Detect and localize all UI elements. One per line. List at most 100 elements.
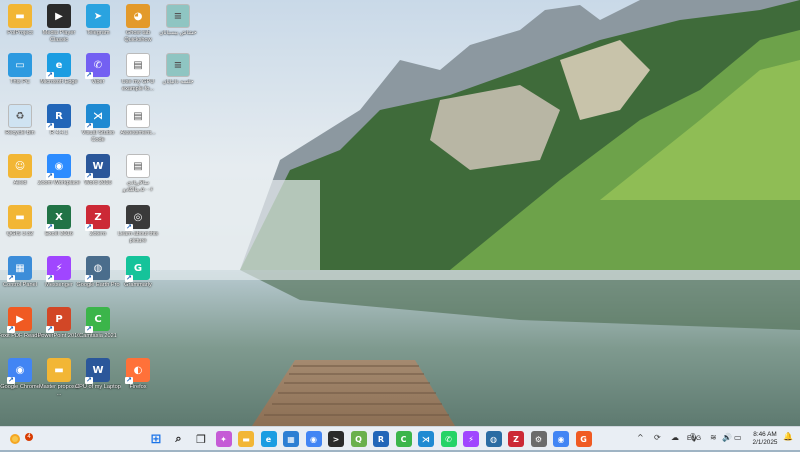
desktop-icon-text-file[interactable]: ▤ Use my GPU example fo... <box>118 53 158 92</box>
desktop-icon-foxit[interactable]: ▶Foxit PDF Reader <box>0 307 42 340</box>
desktop-icon-messenger[interactable]: ⚡Messenger <box>39 256 79 289</box>
windows-start-icon[interactable]: ⊞ <box>148 431 164 447</box>
ghost-app-icon: ◕ <box>126 4 150 28</box>
document-icon: ▤ <box>126 154 150 178</box>
clock-date: 2/1/2025 <box>752 439 778 446</box>
whatsapp-icon[interactable]: ✆ <box>440 431 457 447</box>
messenger-icon: ⚡ <box>46 256 71 282</box>
desktop-icon-ghost-app[interactable]: ◕ Ghost tab Quickshow <box>118 4 158 43</box>
r-icon[interactable]: R <box>373 431 389 447</box>
desktop-icon-edge[interactable]: eMicrosoft Edge <box>39 53 79 86</box>
desktop-icon-label: خشاش بیسیابان <box>159 30 197 36</box>
desktop-icon-folder-teal[interactable]: ≡ جلسه دانيايان <box>158 53 198 86</box>
desktop-icon-telegram[interactable]: ➤ Telegram <box>78 4 118 37</box>
desktop-icon-label: Firefox <box>129 384 147 390</box>
terminal-icon[interactable]: > <box>328 431 344 447</box>
desktop-icon-excel[interactable]: XExcel 2016 <box>39 205 79 238</box>
telegram-icon: ➤ <box>86 4 110 28</box>
foxit-icon[interactable]: G <box>575 431 592 447</box>
google-earth-icon: ◍ <box>85 256 110 282</box>
gear-icon[interactable]: ⚙ <box>530 431 547 447</box>
recycle-bin-icon: ♻ <box>8 104 32 128</box>
text-file-icon: ▤ <box>126 53 150 77</box>
clock-time: 8:46 AM <box>753 431 777 438</box>
desktop-icon-word-doc[interactable]: WCPU of my Laptop <box>75 358 121 391</box>
folder-teal-icon: ≡ <box>166 53 190 77</box>
edge-icon: e <box>46 53 71 79</box>
store-icon[interactable]: ▦ <box>283 431 299 447</box>
input-language-indicator[interactable]: ENG <box>687 435 701 442</box>
onedrive-icon[interactable]: ☁ <box>671 433 679 442</box>
google-earth-icon[interactable]: ◍ <box>485 431 502 447</box>
desktop-icon-folder-teal[interactable]: ≡ خشاش بیسیابان <box>158 4 198 37</box>
camtasia-icon[interactable]: C <box>395 431 412 447</box>
chevron-up-icon[interactable]: ^ <box>637 433 644 442</box>
word-doc-icon: W <box>85 358 110 384</box>
desktop-icon-folder[interactable]: ▬ QGIS 3.32 <box>0 205 40 238</box>
desktop-icon-grammarly[interactable]: GGrammarly <box>118 256 158 289</box>
this-pc-icon: ▭ <box>8 53 32 77</box>
messenger-icon[interactable]: ⚡ <box>463 431 479 447</box>
folder-teal-icon: ≡ <box>166 4 190 28</box>
desktop-icon-vscode[interactable]: ⋊Visual Studio Code <box>78 104 118 143</box>
folder-icon: ▬ <box>8 205 32 229</box>
desktop-icon-word[interactable]: WWord 2016 <box>78 154 118 187</box>
desktop-icon-camtasia[interactable]: CCamtasia 2021 <box>78 307 118 340</box>
desktop-icon-google-earth[interactable]: ◍Google Earth Pro <box>76 256 120 289</box>
edge-icon[interactable]: e <box>260 431 277 447</box>
chrome-icon[interactable]: ◉ <box>553 431 569 447</box>
copilot-icon[interactable]: ✦ <box>215 431 232 447</box>
chrome-icon: ◉ <box>7 358 32 384</box>
camtasia-icon: C <box>85 307 110 333</box>
desktop-icon-label: Learn about this picture <box>117 231 159 244</box>
taskbar-clock[interactable]: 8:46 AM 2/1/2025 <box>750 431 780 447</box>
media-player-classic-icon: ▶ <box>47 4 71 28</box>
r-icon: R <box>46 104 71 130</box>
grammarly-icon: G <box>125 256 150 282</box>
desktop-icon-document[interactable]: ▤ Assessment... <box>118 104 158 137</box>
desktop-icon-r[interactable]: RR 4.4.1 <box>39 104 79 137</box>
firefox-icon: ◐ <box>125 358 150 384</box>
desktop-icon-label: سالاریادی ۵۰۰۶،مالکادو <box>122 180 154 193</box>
zotero-icon: Z <box>85 205 110 231</box>
desktop-icon-zoom[interactable]: ◉Zoom Workplace <box>38 154 80 187</box>
chrome-icon[interactable]: ◉ <box>305 431 322 447</box>
desktop-icon-media-player-classic[interactable]: ▶ Media Player Classic <box>39 4 79 43</box>
qgis-icon[interactable]: Q <box>350 431 367 447</box>
weather-alert-badge: 4 <box>25 433 33 441</box>
file-explorer-icon[interactable]: ▬ <box>238 431 254 447</box>
folder-icon: ▬ <box>8 4 32 28</box>
camera-icon: ◎ <box>125 205 150 231</box>
vscode-icon: ⋊ <box>85 104 110 130</box>
desktop-icon-user-folder[interactable]: ☺ Aeed <box>0 154 40 187</box>
desktop-icon-camera[interactable]: ◎Learn about this picture <box>118 205 158 244</box>
wifi-icon: ≋ <box>710 433 717 442</box>
desktop-icon-firefox[interactable]: ◐Firefox <box>118 358 158 391</box>
sync-icon[interactable]: ⟳ <box>654 433 661 442</box>
battery-icon: ▭ <box>734 433 742 442</box>
vscode-icon[interactable]: ⋊ <box>418 431 434 447</box>
desktop-icon-control-panel[interactable]: ▦Control Panel <box>0 256 40 289</box>
zotero-icon[interactable]: Z <box>508 431 524 447</box>
taskbar: 4 ⊞ ⌕ ❐ ✦ ▬ e ▦ ◉ > Q R C ⋊ ✆ ⚡ ◍ Z ⚙ ◉ G ^ ⟳ ☁ 🎙 ENG ≋ 🔊 ▭ 8:46… <box>0 426 800 450</box>
user-folder-icon: ☺ <box>8 154 32 178</box>
desktop-icon-label: Camtasia 2021 <box>79 333 117 339</box>
search-icon[interactable]: ⌕ <box>171 431 187 447</box>
volume-icon: 🔊 <box>722 433 732 442</box>
foxit-icon: ▶ <box>7 307 32 333</box>
control-panel-icon: ▦ <box>7 256 32 282</box>
powerpoint-icon: P <box>46 307 71 333</box>
desktop-icon-document[interactable]: ▤ سالاریادی ۵۰۰۶،مالکادو <box>118 154 158 193</box>
task-view-icon[interactable]: ❐ <box>193 431 209 447</box>
document-icon: ▤ <box>126 104 150 128</box>
desktop-icon-viber[interactable]: ✆Viber <box>78 53 118 86</box>
weather-widget[interactable]: 4 <box>8 431 33 447</box>
bell-icon[interactable]: 🔔 <box>783 432 793 441</box>
desktop-icon-recycle-bin[interactable]: ♻ Recycle Bin <box>0 104 40 137</box>
desktop-icon-folder[interactable]: ▬ Master proposal ... <box>39 358 79 397</box>
desktop-icon-zotero[interactable]: ZZotero <box>78 205 118 238</box>
desktop-icon-powerpoint[interactable]: PPowerPoint 2016 <box>38 307 80 340</box>
desktop-icon-folder[interactable]: ▬ PolProject <box>0 4 40 37</box>
desktop-icon-chrome[interactable]: ◉Google Chrome <box>0 358 40 391</box>
desktop-icon-this-pc[interactable]: ▭ This PC <box>0 53 40 86</box>
